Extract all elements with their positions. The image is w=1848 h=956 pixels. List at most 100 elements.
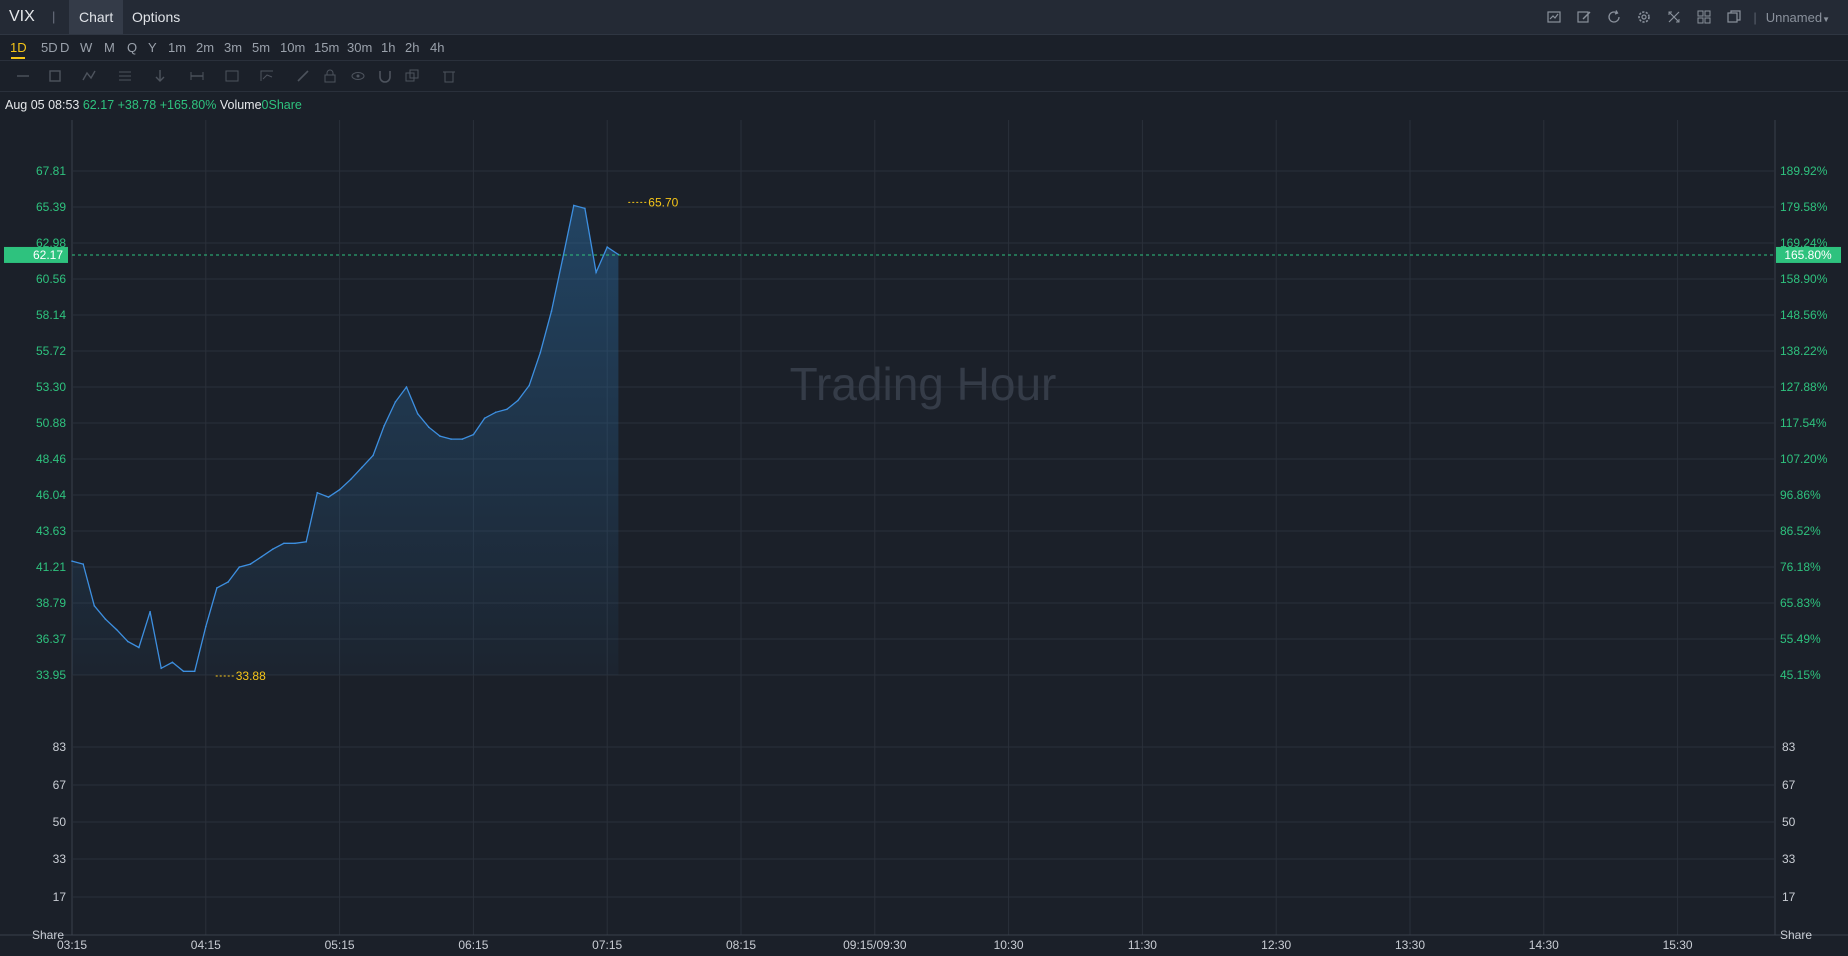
interval-5D[interactable]: 5D — [41, 40, 58, 55]
lock-icon[interactable] — [322, 68, 338, 84]
measure-tool-icon[interactable] — [189, 68, 205, 84]
price-point — [595, 271, 597, 274]
price-point — [160, 667, 162, 670]
tab-options[interactable]: Options — [122, 0, 190, 34]
y-tick-label: 62.98 — [36, 236, 66, 250]
y-tick-label-right: 148.56% — [1780, 308, 1828, 322]
y-tick-label: 60.56 — [36, 272, 66, 286]
volume-tick-label-right: 67 — [1782, 778, 1796, 792]
interval-3m[interactable]: 3m — [224, 40, 242, 55]
symbol-label[interactable]: VIX — [9, 8, 35, 26]
settings-icon[interactable] — [1633, 7, 1654, 28]
interval-D[interactable]: D — [60, 40, 69, 55]
info-change: +38.78 — [117, 98, 157, 112]
arrow-tool-icon[interactable] — [152, 68, 168, 84]
last-price-tag-left — [4, 246, 68, 263]
layout-grid-icon[interactable] — [1693, 7, 1714, 28]
last-price-tag-right — [1776, 246, 1841, 263]
shape-tool-icon[interactable] — [47, 68, 63, 84]
toolbar-separator: | — [1753, 9, 1757, 25]
price-point — [617, 253, 620, 256]
interval-1m[interactable]: 1m — [168, 40, 186, 55]
price-point — [305, 541, 308, 543]
text-tool-icon[interactable] — [224, 68, 240, 84]
price-point — [93, 605, 96, 607]
x-tick-label: 03:15 — [57, 938, 87, 952]
fib-tool-icon[interactable] — [117, 68, 133, 84]
interval-10m[interactable]: 10m — [280, 40, 305, 55]
magnet-icon[interactable] — [377, 68, 393, 84]
price-point — [528, 384, 530, 387]
chevron-down-icon: ▼ — [1822, 14, 1830, 24]
tab-chart[interactable]: Chart — [69, 0, 124, 34]
chart-type-icon[interactable] — [1543, 7, 1564, 28]
interval-1h[interactable]: 1h — [381, 40, 395, 55]
x-tick-label: 14:30 — [1529, 938, 1559, 952]
price-point — [283, 542, 285, 545]
y-tick-label-right: 55.49% — [1780, 632, 1821, 646]
eye-icon[interactable] — [350, 68, 366, 84]
y-tick-label-right: 189.92% — [1780, 164, 1828, 178]
price-point — [149, 610, 151, 613]
x-tick-label: 04:15 — [191, 938, 221, 952]
price-point — [394, 401, 397, 403]
price-point — [127, 640, 129, 643]
price-point — [550, 310, 553, 312]
y-tick-label: 38.79 — [36, 596, 66, 610]
layout-name-dropdown[interactable]: Unnamed▼ — [1766, 10, 1830, 25]
draw-icon[interactable] — [1573, 7, 1594, 28]
indicator-tool-icon[interactable] — [259, 68, 275, 84]
interval-30m[interactable]: 30m — [347, 40, 372, 55]
interval-5m[interactable]: 5m — [252, 40, 270, 55]
interval-2m[interactable]: 2m — [196, 40, 214, 55]
price-point — [82, 563, 84, 565]
price-point — [216, 587, 218, 589]
volume-tick-label: 67 — [53, 778, 67, 792]
info-price: 62.17 — [82, 98, 115, 112]
price-point — [238, 566, 241, 568]
pattern-tool-icon[interactable] — [81, 68, 97, 84]
interval-15m[interactable]: 15m — [314, 40, 339, 55]
price-point — [416, 413, 419, 415]
price-point — [138, 646, 140, 649]
info-datetime: Aug 05 08:53 — [5, 98, 80, 112]
price-point — [561, 258, 564, 260]
y-tick-label-right: 76.18% — [1780, 560, 1821, 574]
refresh-icon[interactable] — [1603, 7, 1624, 28]
y-tick-label-right: 158.90% — [1780, 272, 1828, 286]
x-tick-label: 10:30 — [994, 938, 1024, 952]
volume-tick-label: 50 — [53, 815, 67, 829]
interval-Y[interactable]: Y — [148, 40, 157, 55]
price-point — [350, 478, 352, 481]
price-area-fill — [72, 205, 619, 675]
y-tick-label-right: 65.83% — [1780, 596, 1821, 610]
x-tick-label: 15:30 — [1663, 938, 1693, 952]
x-tick-label: 05:15 — [325, 938, 355, 952]
window-icon[interactable] — [1723, 7, 1744, 28]
interval-4h[interactable]: 4h — [430, 40, 444, 55]
price-point — [584, 207, 586, 210]
x-tick-label: 09:15/09:30 — [843, 938, 907, 952]
line-tool-icon[interactable] — [15, 68, 31, 84]
pen-icon[interactable] — [295, 68, 311, 84]
y-tick-label: 53.30 — [36, 380, 66, 394]
volume-tick-label-right: 50 — [1782, 815, 1796, 829]
price-point — [205, 625, 207, 628]
fullscreen-icon[interactable] — [1663, 7, 1684, 28]
interval-1D[interactable]: 1D — [10, 40, 27, 55]
interval-W[interactable]: W — [80, 40, 92, 55]
active-interval-indicator — [11, 57, 25, 59]
volume-tick-label: 83 — [53, 740, 67, 754]
interval-Q[interactable]: Q — [127, 40, 137, 55]
price-line — [71, 204, 619, 672]
price-point — [405, 386, 408, 388]
price-point — [182, 670, 185, 673]
y-tick-label: 41.21 — [36, 560, 66, 574]
interval-M[interactable]: M — [104, 40, 115, 55]
clone-icon[interactable] — [404, 68, 420, 84]
interval-2h[interactable]: 2h — [405, 40, 419, 55]
price-point — [539, 351, 542, 354]
info-volume-label: Volume — [219, 98, 262, 112]
trash-icon[interactable] — [441, 68, 457, 84]
price-point — [104, 618, 107, 620]
